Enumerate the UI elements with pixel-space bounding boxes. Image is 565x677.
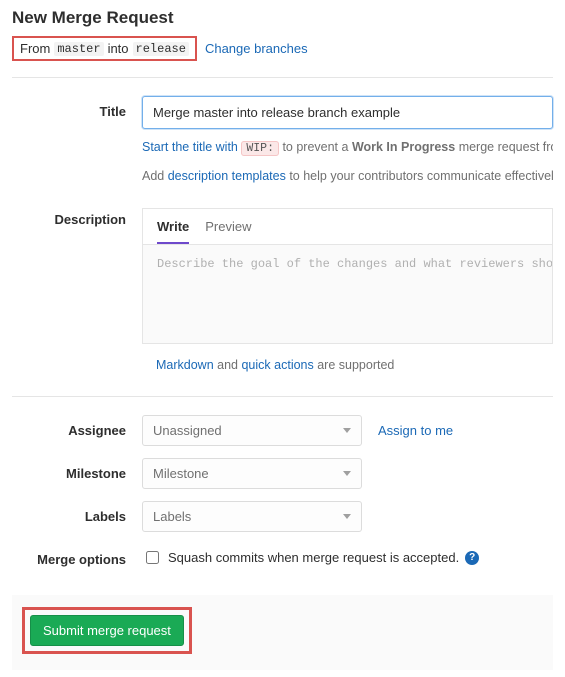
submit-highlight: Submit merge request (22, 607, 192, 654)
hint2-pre: Add (142, 169, 168, 183)
description-textarea[interactable]: Describe the goal of the changes and wha… (142, 244, 553, 344)
footer-and: and (214, 358, 242, 372)
submit-area: Submit merge request (12, 595, 553, 670)
submit-merge-request-button[interactable]: Submit merge request (30, 615, 184, 646)
divider (12, 77, 553, 78)
branch-info: From master into release Change branches (12, 36, 553, 61)
squash-label: Squash commits when merge request is acc… (168, 550, 459, 565)
page-title: New Merge Request (12, 8, 553, 28)
title-hint-2: Add description templates to help your c… (142, 166, 553, 186)
branch-prefix: From (20, 41, 50, 56)
merge-options-label: Merge options (12, 544, 142, 567)
assignee-label: Assignee (12, 415, 142, 438)
labels-select[interactable]: Labels (142, 501, 362, 532)
assignee-select[interactable]: Unassigned (142, 415, 362, 446)
help-icon[interactable]: ? (465, 551, 479, 565)
hint-post: merge request from be (455, 140, 553, 154)
target-branch: release (133, 42, 189, 56)
description-footer: Markdown and quick actions are supported (142, 358, 553, 372)
tab-preview[interactable]: Preview (205, 219, 251, 244)
description-tabs: Write Preview (142, 208, 553, 244)
description-label: Description (12, 204, 142, 227)
wip-code: WIP: (241, 141, 279, 156)
chevron-down-icon (343, 471, 351, 476)
milestone-label: Milestone (12, 458, 142, 481)
branch-mid: into (108, 41, 129, 56)
hint-bold: Work In Progress (352, 140, 455, 154)
hint2-post: to help your contributors communicate ef… (286, 169, 553, 183)
branch-box: From master into release (12, 36, 197, 61)
title-hint: Start the title with WIP: to prevent a W… (142, 137, 553, 158)
squash-checkbox-row[interactable]: Squash commits when merge request is acc… (142, 544, 553, 567)
tab-write[interactable]: Write (157, 219, 189, 244)
squash-checkbox[interactable] (146, 551, 159, 564)
source-branch: master (54, 42, 103, 56)
footer-post: are supported (314, 358, 395, 372)
desc-templates-link[interactable]: description templates (168, 169, 286, 183)
markdown-link[interactable]: Markdown (156, 358, 214, 372)
divider (12, 396, 553, 397)
quick-actions-link[interactable]: quick actions (241, 358, 313, 372)
assignee-value: Unassigned (153, 423, 222, 438)
title-label: Title (12, 96, 142, 119)
labels-label: Labels (12, 501, 142, 524)
chevron-down-icon (343, 514, 351, 519)
milestone-value: Milestone (153, 466, 209, 481)
title-input[interactable] (142, 96, 553, 129)
milestone-select[interactable]: Milestone (142, 458, 362, 489)
change-branches-link[interactable]: Change branches (205, 41, 308, 56)
hint-mid: to prevent a (279, 140, 352, 154)
chevron-down-icon (343, 428, 351, 433)
labels-value: Labels (153, 509, 191, 524)
wip-hint-link[interactable]: Start the title with (142, 140, 241, 154)
assign-to-me-link[interactable]: Assign to me (378, 423, 453, 438)
